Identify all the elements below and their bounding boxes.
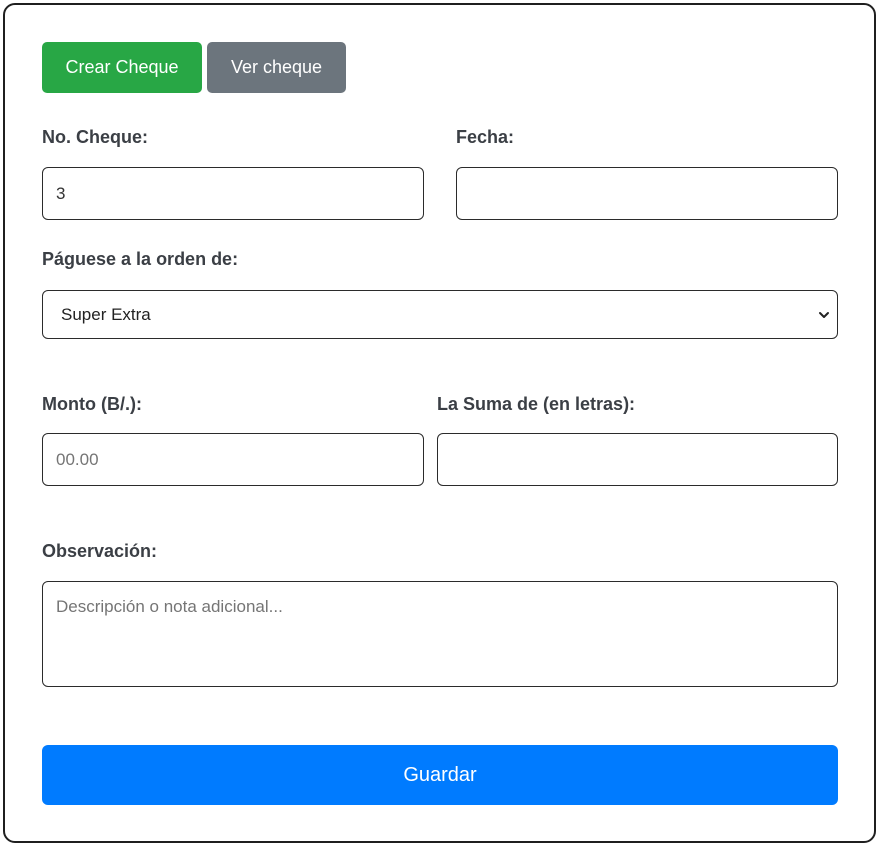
fecha-label: Fecha: — [456, 127, 515, 147]
observacion-label: Observación: — [42, 541, 158, 561]
paguese-selected-value: Super Extra — [61, 304, 151, 324]
suma-label: La Suma de (en letras): — [437, 394, 636, 414]
chevron-down-icon — [819, 311, 829, 318]
no-cheque-value: 3 — [56, 183, 66, 203]
observacion-placeholder: Descripción o nota adicional... — [56, 597, 283, 616]
no-cheque-label: No. Cheque: — [42, 127, 148, 147]
suma-input[interactable] — [437, 433, 838, 486]
monto-label: Monto (B/.): — [42, 394, 142, 414]
crear-cheque-button[interactable]: Crear Cheque — [42, 42, 202, 93]
monto-placeholder: 00.00 — [56, 449, 99, 469]
no-cheque-input[interactable]: 3 — [42, 167, 424, 220]
ver-cheque-button[interactable]: Ver cheque — [207, 42, 346, 93]
observacion-textarea[interactable]: Descripción o nota adicional... — [42, 581, 838, 687]
paguese-label: Páguese a la orden de: — [42, 249, 239, 269]
guardar-button[interactable]: Guardar — [42, 745, 838, 805]
paguese-select[interactable]: Super Extra — [42, 290, 838, 339]
monto-input[interactable]: 00.00 — [42, 433, 424, 486]
fecha-input[interactable] — [456, 167, 838, 220]
